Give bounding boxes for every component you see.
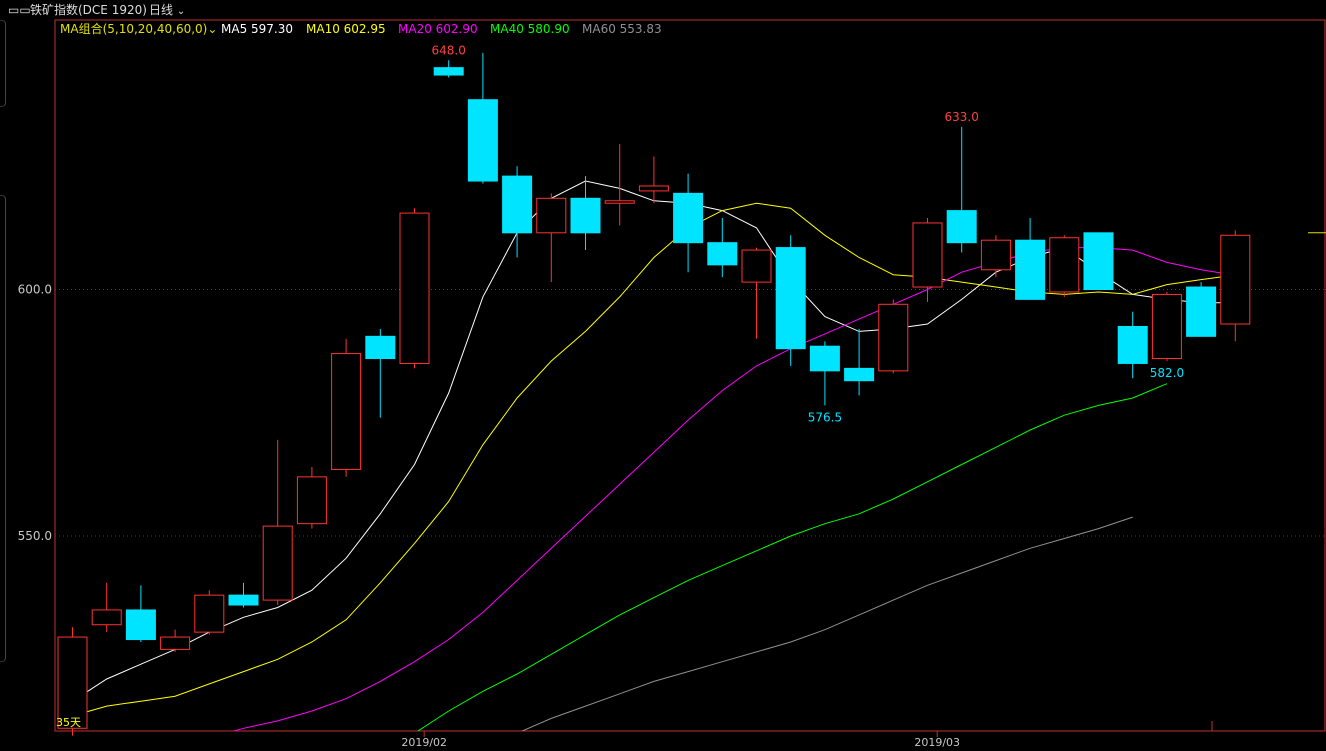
ma40-line xyxy=(416,383,1168,731)
candle-body xyxy=(57,636,88,729)
candle-body xyxy=(399,212,430,364)
candle-body xyxy=(604,200,635,204)
candle-up[interactable] xyxy=(1151,291,1182,361)
low-price-label: 582.0 xyxy=(1150,366,1184,380)
candle-body xyxy=(1220,234,1251,325)
ma60-line xyxy=(520,516,1133,731)
ma20-legend: MA20 602.90 xyxy=(398,22,478,36)
candle-body xyxy=(296,476,327,525)
candle-body xyxy=(912,222,943,288)
candle-body xyxy=(707,242,738,266)
x-axis: 2019/02 2019/03 xyxy=(401,731,960,749)
candle-down[interactable] xyxy=(228,582,259,608)
candle-down[interactable] xyxy=(125,585,156,642)
candle-up[interactable] xyxy=(91,582,122,633)
candle-down[interactable] xyxy=(775,235,806,366)
candle-body xyxy=(1117,325,1148,364)
candle-body xyxy=(673,192,704,244)
low-price-label: 576.5 xyxy=(808,410,842,424)
candle-up[interactable] xyxy=(741,247,772,339)
candle-body xyxy=(228,594,259,606)
candle-body xyxy=(638,185,669,192)
candle-body xyxy=(1151,293,1182,360)
candle-body xyxy=(433,67,464,76)
candles[interactable] xyxy=(57,52,1251,736)
high-price-label: 648.0 xyxy=(432,43,466,57)
ma-legend[interactable]: MA组合(5,10,20,40,60,0)⌄ MA5 597.30 MA10 602… xyxy=(60,21,662,36)
candle-up[interactable] xyxy=(1220,230,1251,342)
candle-body xyxy=(741,249,772,283)
ma-group-label[interactable]: MA组合(5,10,20,40,60,0)⌄ xyxy=(60,21,217,36)
y-tick-label: 600.0 xyxy=(18,283,52,297)
candle-down[interactable] xyxy=(1083,232,1114,290)
candle-body xyxy=(946,210,977,244)
candle-body xyxy=(331,353,362,470)
candle-body xyxy=(775,247,806,350)
candle-down[interactable] xyxy=(570,176,601,251)
candle-body xyxy=(536,197,567,234)
candle-down[interactable] xyxy=(673,173,704,273)
candle-body xyxy=(160,636,191,650)
candle-down[interactable] xyxy=(1117,311,1148,379)
candle-down[interactable] xyxy=(707,218,738,278)
high-price-label: 633.0 xyxy=(945,110,979,124)
y-tick-label: 550.0 xyxy=(18,529,52,543)
candle-body xyxy=(91,609,122,626)
candle-body xyxy=(125,609,156,641)
candle-up[interactable] xyxy=(604,144,635,226)
candle-up[interactable] xyxy=(160,629,191,652)
candle-up[interactable] xyxy=(638,156,669,204)
candle-body xyxy=(262,525,293,601)
ma5-legend: MA5 597.30 xyxy=(221,22,293,36)
candle-body xyxy=(1015,239,1046,300)
candle-body xyxy=(878,303,909,372)
candlestick-chart[interactable]: 600.0 550.0 2019/02 2019/03 648.0 633.0 576.… xyxy=(0,0,1326,751)
candle-down[interactable] xyxy=(946,126,977,253)
candle-up[interactable] xyxy=(536,193,567,283)
candle-body xyxy=(980,239,1011,271)
plot-border xyxy=(54,19,1326,732)
day-count-label: 35天 xyxy=(56,716,81,729)
candle-down[interactable] xyxy=(365,328,396,418)
x-tick-label: 2019/02 xyxy=(401,736,447,749)
candle-up[interactable] xyxy=(878,299,909,374)
candle-down[interactable] xyxy=(844,328,875,396)
ma60-legend: MA60 553.83 xyxy=(582,22,662,36)
candle-down[interactable] xyxy=(1186,282,1217,337)
candle-up[interactable] xyxy=(296,466,327,529)
candle-down[interactable] xyxy=(433,60,464,78)
candle-up[interactable] xyxy=(331,338,362,477)
candle-body xyxy=(194,594,225,633)
candle-body xyxy=(1049,237,1080,293)
ma40-legend: MA40 580.90 xyxy=(490,22,570,36)
candle-body xyxy=(467,99,498,182)
candle-up[interactable] xyxy=(399,208,430,369)
candle-body xyxy=(1186,286,1217,337)
y-axis: 600.0 550.0 xyxy=(18,283,52,544)
candle-up[interactable] xyxy=(912,218,943,302)
candle-up[interactable] xyxy=(1049,235,1080,297)
candle-down[interactable] xyxy=(1015,218,1046,300)
candle-body xyxy=(1083,232,1114,290)
x-tick-label: 2019/03 xyxy=(914,736,960,749)
candle-down[interactable] xyxy=(502,166,533,258)
candle-up[interactable] xyxy=(262,439,293,606)
candle-up[interactable] xyxy=(194,590,225,635)
ma10-legend: MA10 602.95 xyxy=(306,22,386,36)
candle-down[interactable] xyxy=(467,52,498,184)
candle-up[interactable] xyxy=(980,235,1011,278)
candle-down[interactable] xyxy=(809,341,840,406)
candle-body xyxy=(570,197,601,234)
chart-frame xyxy=(54,19,1326,732)
candle-body xyxy=(365,335,396,360)
candle-body xyxy=(502,175,533,234)
candle-body xyxy=(809,345,840,372)
candle-body xyxy=(844,367,875,382)
